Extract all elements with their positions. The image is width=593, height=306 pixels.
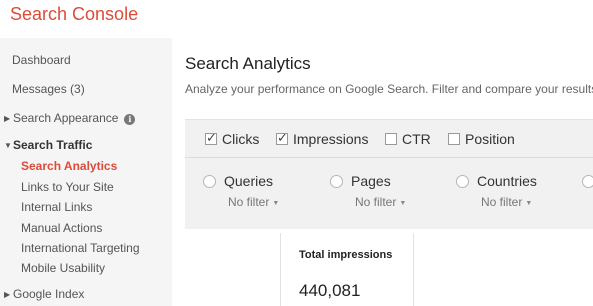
radio-queries[interactable]: [203, 175, 216, 188]
page-subtitle: Analyze your performance on Google Searc…: [185, 82, 593, 96]
sidebar-item-search-traffic[interactable]: ▼Search Traffic: [4, 138, 92, 152]
checkbox-icon[interactable]: [276, 130, 288, 146]
radio-pages[interactable]: [330, 175, 343, 188]
stat-label: Total impressions: [299, 249, 393, 261]
filter-dropdown-queries[interactable]: No filter ▼: [228, 195, 279, 209]
metric-clicks-checkbox[interactable]: Clicks: [205, 130, 259, 147]
caret-right-icon: ▶: [4, 114, 11, 123]
sidebar-item-google-index[interactable]: ▶ Google Index: [4, 287, 84, 301]
group-pages: Pages No filter ▼: [330, 173, 406, 209]
caret-down-icon: ▼: [4, 141, 12, 150]
filter-dropdown-pages[interactable]: No filter ▼: [355, 195, 406, 209]
sidebar-item-links-to-your-site[interactable]: Links to Your Site: [21, 180, 114, 194]
stat-card-total-impressions: Total impressions 440,081: [280, 233, 414, 306]
sidebar-item-messages[interactable]: Messages (3): [12, 82, 85, 96]
radio-countries[interactable]: [456, 175, 469, 188]
sidebar-item-internal-links[interactable]: Internal Links: [21, 200, 92, 214]
filter-panel: Clicks Impressions CTR Position Queries …: [185, 119, 593, 229]
sidebar-item-manual-actions[interactable]: Manual Actions: [21, 221, 102, 235]
group-countries: Countries No filter ▼: [456, 173, 537, 209]
metric-ctr-checkbox[interactable]: CTR: [385, 131, 431, 147]
metric-impressions-checkbox[interactable]: Impressions: [276, 130, 368, 147]
chevron-down-icon: ▼: [399, 200, 407, 207]
group-devices: [582, 173, 593, 191]
sidebar: Dashboard Messages (3) ▶ Search Appearanc…: [0, 38, 172, 306]
chevron-down-icon: ▼: [272, 200, 280, 207]
chevron-down-icon: ▼: [525, 200, 533, 207]
metric-selector: Clicks Impressions CTR Position: [185, 120, 593, 158]
sidebar-item-search-analytics[interactable]: Search Analytics: [21, 159, 117, 173]
sidebar-item-search-appearance[interactable]: ▶ Search Appearance i: [4, 111, 136, 125]
checkbox-icon[interactable]: [448, 133, 460, 145]
sidebar-item-label: Search Traffic: [13, 138, 93, 152]
metric-position-checkbox[interactable]: Position: [448, 131, 515, 147]
checkbox-icon[interactable]: [205, 130, 217, 146]
radio-devices[interactable]: [582, 175, 593, 188]
checkbox-icon[interactable]: [385, 133, 397, 145]
filter-dropdown-countries[interactable]: No filter ▼: [481, 195, 532, 209]
sidebar-item-mobile-usability[interactable]: Mobile Usability: [21, 261, 105, 275]
info-icon[interactable]: i: [124, 114, 136, 125]
sidebar-item-dashboard[interactable]: Dashboard: [12, 53, 71, 67]
caret-right-icon: ▶: [4, 290, 11, 299]
stat-value: 440,081: [299, 281, 361, 300]
app-title[interactable]: Search Console: [10, 4, 138, 25]
page-title: Search Analytics: [185, 54, 311, 73]
sidebar-item-international-targeting[interactable]: International Targeting: [21, 241, 140, 255]
group-queries: Queries No filter ▼: [203, 173, 279, 209]
sidebar-item-label: Search Appearance: [13, 111, 119, 125]
sidebar-item-label: Google Index: [13, 287, 85, 301]
